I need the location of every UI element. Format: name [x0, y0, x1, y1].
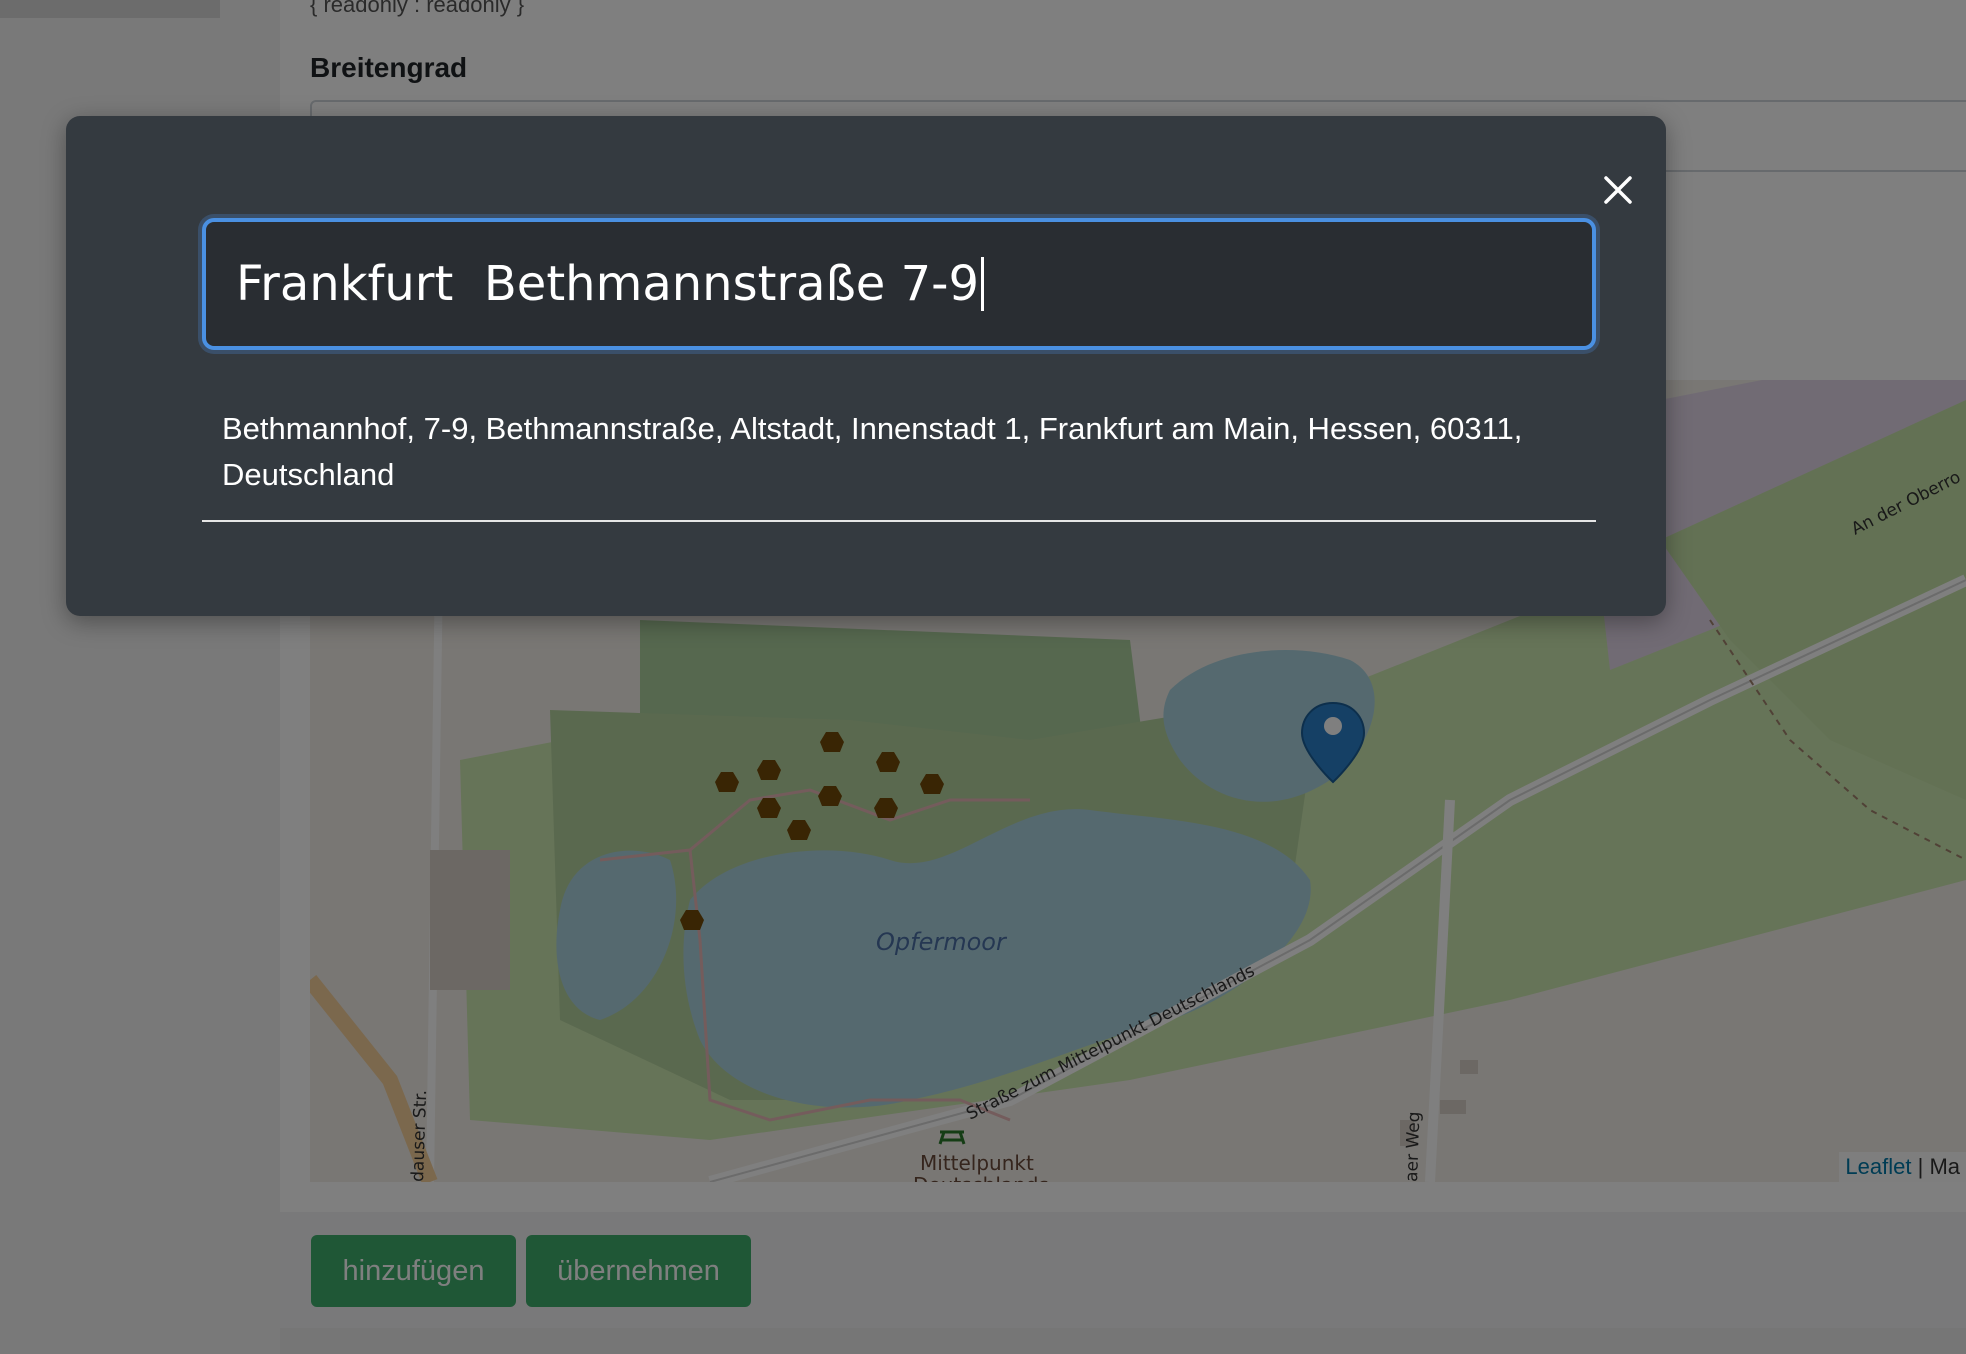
search-result-item[interactable]: Bethmannhof, 7-9, Bethmannstraße, Altsta…: [202, 406, 1596, 522]
search-modal: Frankfurt Bethmannstraße 7-9 Bethmannhof…: [66, 116, 1666, 616]
address-search-input[interactable]: Frankfurt Bethmannstraße 7-9: [202, 218, 1596, 350]
close-icon: [1604, 176, 1632, 204]
close-button[interactable]: [1596, 168, 1640, 212]
search-input-value: Frankfurt Bethmannstraße 7-9: [236, 256, 979, 312]
text-caret: [981, 257, 984, 311]
